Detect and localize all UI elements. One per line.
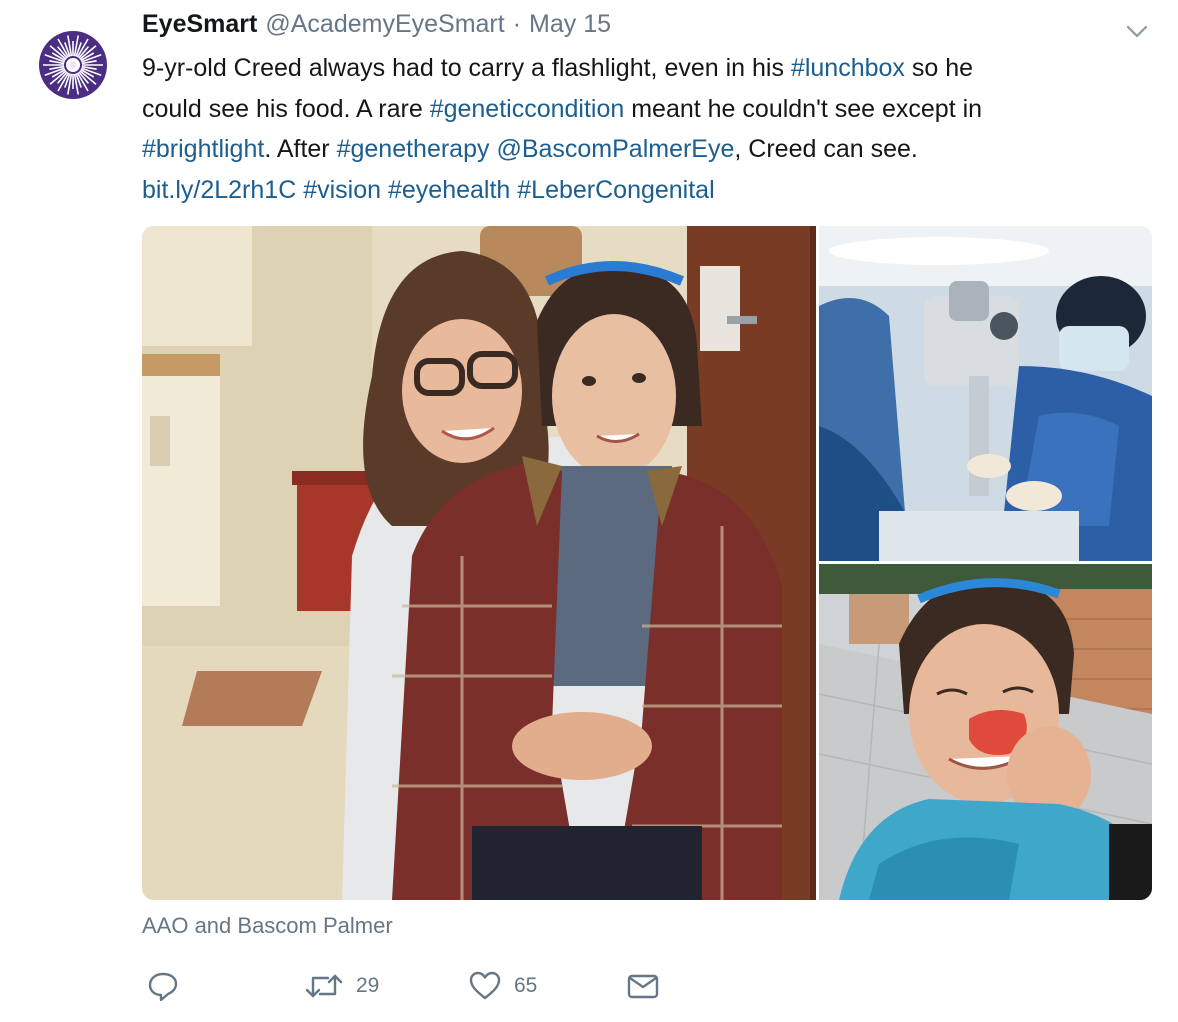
more-options-button[interactable] [1124, 18, 1150, 44]
media-credit: AAO and Bascom Palmer [142, 913, 393, 938]
doctor-and-boy-photo[interactable] [142, 226, 816, 900]
separator-dot: · [512, 10, 522, 38]
media-grid [142, 226, 1152, 900]
starburst-logo-icon [39, 31, 107, 99]
direct-message-button[interactable] [626, 966, 660, 1006]
heart-icon [469, 971, 501, 1000]
surgery-photo[interactable] [819, 226, 1152, 561]
hashtag-genetherapy[interactable]: #genetherapy [337, 135, 490, 163]
retweet-button[interactable]: 29 [304, 966, 379, 1006]
hashtag-geneticcondition[interactable]: #geneticcondition [430, 95, 625, 123]
reply-button[interactable] [146, 966, 180, 1006]
hashtag-lunchbox[interactable]: #lunchbox [791, 54, 905, 82]
short-url-link[interactable]: bit.ly/2L2rh1C [142, 176, 296, 204]
hashtag-eyehealth[interactable]: #eyehealth [388, 176, 510, 204]
retweet-count: 29 [356, 974, 380, 997]
text-segment: 9-yr-old Creed always had to carry a fla… [142, 54, 791, 82]
text-segment: , Creed can see. [734, 135, 918, 163]
boy-smiling-photo[interactable] [819, 564, 1152, 900]
author-handle[interactable]: @AcademyEyeSmart [265, 10, 504, 39]
tweet-text: 9-yr-old Creed always had to carry a fla… [142, 48, 1152, 210]
hashtag-lebercongenital[interactable]: #LeberCongenital [517, 176, 714, 204]
photo-image [142, 226, 816, 900]
tweet-text-line: could see his food. A rare #geneticcondi… [142, 89, 1152, 130]
like-button[interactable]: 65 [468, 966, 537, 1006]
tweet-text-line: bit.ly/2L2rh1C #vision #eyehealth #Leber… [142, 170, 1152, 211]
tweet-date[interactable]: May 15 [529, 10, 611, 39]
photo-image [819, 226, 1152, 561]
hashtag-vision[interactable]: #vision [303, 176, 381, 204]
text-segment: . After [264, 135, 337, 163]
tweet-header: EyeSmart @AcademyEyeSmart · May 15 [142, 10, 611, 44]
like-count: 65 [514, 974, 538, 997]
text-segment: meant he couldn't see except in [624, 94, 983, 123]
hashtag-brightlight[interactable]: #brightlight [142, 135, 264, 163]
retweet-icon [305, 974, 343, 998]
chevron-down-icon [1126, 25, 1148, 38]
envelope-icon [627, 974, 659, 999]
reply-icon [148, 972, 178, 1002]
text-segment: could see his food. A rare [142, 94, 430, 123]
tweet-text-line: #brightlight. After #genetherapy @Bascom… [142, 129, 1152, 170]
author-name[interactable]: EyeSmart [142, 10, 257, 39]
tweet: EyeSmart @AcademyEyeSmart · May 15 9-yr-… [0, 0, 1178, 1022]
tweet-text-line: 9-yr-old Creed always had to carry a fla… [142, 48, 1152, 89]
text-segment: so he [904, 54, 974, 82]
avatar[interactable] [38, 30, 108, 100]
photo-image [819, 564, 1152, 900]
mention-bascompalmereye[interactable]: @BascomPalmerEye [496, 135, 734, 163]
